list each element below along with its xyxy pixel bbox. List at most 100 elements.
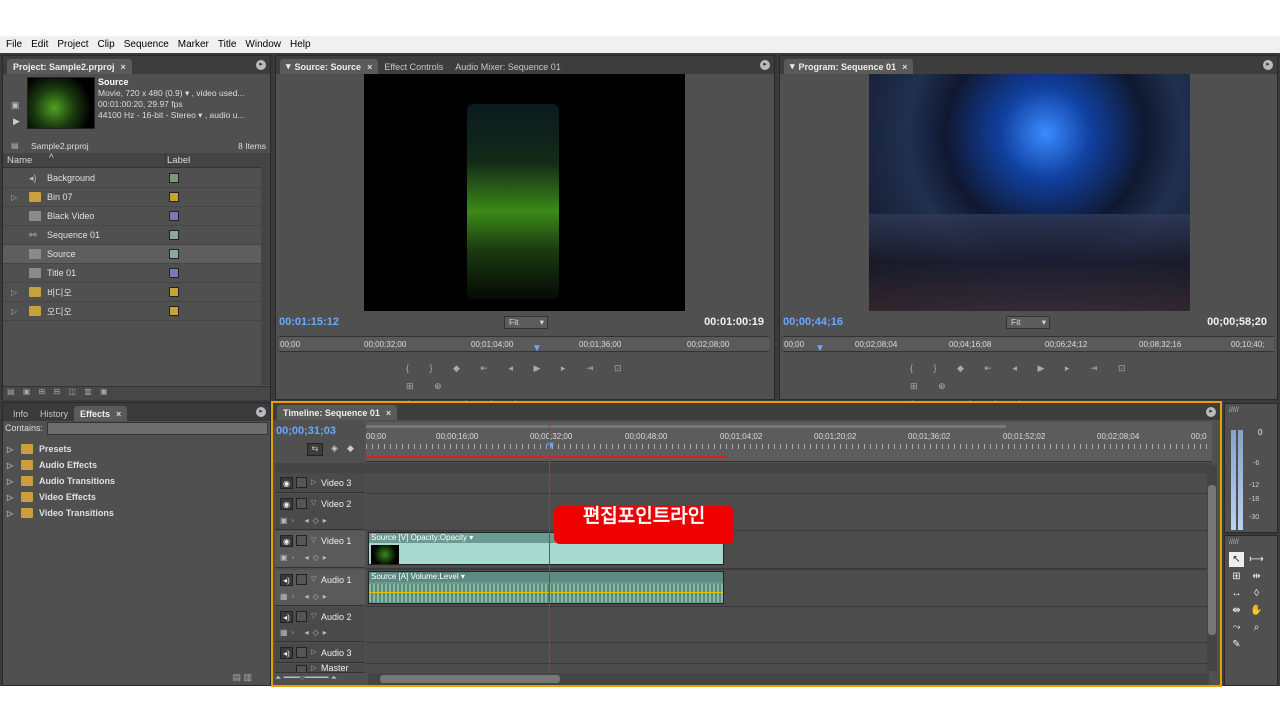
panel-menu-icon[interactable]: ▸ bbox=[256, 407, 266, 417]
audio-clip[interactable]: Source [A] Volume:Level ▾ bbox=[368, 571, 724, 604]
source-transport-controls[interactable]: { } ◆ ⇤ ◂ ▶ ▸ ⇥ ⊡ ⊞ ⊕{← →} {▸} ═══ ⊟ ⊠ ⊡ bbox=[406, 359, 656, 427]
label-swatch[interactable] bbox=[169, 306, 179, 316]
eye-icon[interactable]: ◉ bbox=[280, 535, 293, 547]
chevron-down-icon[interactable]: ▽ bbox=[311, 536, 316, 544]
label-swatch[interactable] bbox=[169, 268, 179, 278]
track-keyframe-controls[interactable]: ▣◦ ◂◇▸ bbox=[280, 516, 331, 525]
list-item-selected[interactable]: Source bbox=[3, 245, 262, 264]
marker-icon[interactable]: ◈ bbox=[331, 443, 338, 454]
list-item[interactable]: ▷ 비디오 bbox=[3, 283, 262, 302]
camera-icon[interactable]: ▣ bbox=[11, 100, 25, 112]
pen-icon[interactable]: ✎ bbox=[1229, 637, 1244, 652]
close-icon[interactable]: × bbox=[902, 62, 907, 72]
label-swatch[interactable] bbox=[169, 230, 179, 240]
expand-icon[interactable]: ▷ bbox=[7, 477, 13, 486]
ripple-edit-icon[interactable]: ⊞ bbox=[1229, 569, 1244, 584]
track-header-audio1[interactable]: ◂) ▽ Audio 1 ▦◦ ◂◇▸ bbox=[275, 570, 365, 606]
new-bin-icon[interactable]: ▤ ▥ bbox=[232, 672, 252, 683]
chevron-down-icon[interactable]: ▽ bbox=[311, 575, 316, 583]
expand-icon[interactable]: ▷ bbox=[311, 478, 316, 486]
label-swatch[interactable] bbox=[169, 287, 179, 297]
tab-effect-controls[interactable]: Effect Controls bbox=[378, 59, 449, 74]
slide-icon[interactable]: ⤳ bbox=[1229, 620, 1244, 635]
track-header-video2[interactable]: ◉ ▽ Video 2 ▣◦ ◂◇▸ bbox=[275, 494, 365, 530]
label-swatch[interactable] bbox=[169, 173, 179, 183]
expand-icon[interactable]: ▷ bbox=[7, 509, 13, 518]
panel-menu-icon[interactable]: ▸ bbox=[760, 60, 770, 70]
program-transport-controls[interactable]: { } ◆ ⇤ ◂ ▶ ▸ ⇥ ⊡ ⊞ ⊕{← →} {▸} ═══ ⊟ ⊠ ⊡ bbox=[910, 359, 1160, 427]
chevron-down-icon[interactable]: ▽ bbox=[311, 499, 316, 507]
track-header-audio3[interactable]: ◂) ▷ Audio 3 bbox=[275, 643, 365, 663]
playhead-icon[interactable]: ▼ bbox=[532, 343, 542, 354]
tab-audio-mixer[interactable]: Audio Mixer: Sequence 01 bbox=[449, 59, 567, 74]
chevron-down-icon[interactable]: ▽ bbox=[311, 612, 316, 620]
list-item[interactable]: ▷ Presets bbox=[3, 441, 262, 457]
track-keyframe-controls[interactable]: ▦◦ ◂◇▸ bbox=[280, 592, 331, 601]
tab-effects[interactable]: Effects × bbox=[74, 406, 128, 421]
eye-icon[interactable]: ◉ bbox=[280, 477, 293, 489]
expand-icon[interactable]: ▷ bbox=[311, 664, 316, 672]
rate-stretch-icon[interactable]: ↔ bbox=[1229, 586, 1244, 601]
close-icon[interactable]: × bbox=[386, 408, 391, 418]
track-header-master[interactable]: ▷ Master bbox=[275, 664, 365, 673]
label-swatch[interactable] bbox=[169, 211, 179, 221]
track-header-video3[interactable]: ◉ ▷ Video 3 bbox=[275, 473, 365, 493]
playhead-handle-icon[interactable]: ▼ bbox=[545, 440, 556, 452]
track-header-video1[interactable]: ◉ ▽ Video 1 ▣◦ ◂◇▸ bbox=[275, 531, 365, 568]
project-bottom-toolbar[interactable]: ▤ ▣ ⊞ ⊟ ◫ ▥ ▣ bbox=[3, 386, 270, 400]
volume-line[interactable] bbox=[369, 592, 723, 593]
zoom-slider[interactable]: ⏶ ━━○━━━ ⏶ bbox=[275, 673, 363, 685]
list-item[interactable]: ▷ Audio Transitions bbox=[3, 473, 262, 489]
tab-history[interactable]: History bbox=[34, 406, 74, 421]
keyframe-icon[interactable]: ◆ bbox=[347, 443, 354, 454]
ruler-zoom-bar[interactable] bbox=[366, 425, 1006, 428]
expand-icon[interactable]: ▷ bbox=[11, 193, 17, 202]
track-header-audio2[interactable]: ◂) ▽ Audio 2 ▦◦ ◂◇▸ bbox=[275, 607, 365, 642]
eye-icon[interactable]: ◉ bbox=[280, 498, 293, 510]
work-area-bar[interactable] bbox=[366, 452, 726, 458]
lock-toggle[interactable] bbox=[296, 477, 307, 488]
panel-menu-icon[interactable]: ▸ bbox=[256, 60, 266, 70]
panel-menu-icon[interactable]: ▸ bbox=[1206, 407, 1216, 417]
rolling-edit-icon[interactable]: ⇹ bbox=[1249, 569, 1264, 584]
list-item[interactable]: ▷ 오디오 bbox=[3, 302, 262, 321]
col-label[interactable]: Label bbox=[167, 155, 190, 166]
expand-icon[interactable]: ▷ bbox=[11, 288, 17, 297]
list-item[interactable]: ▷ Audio Effects bbox=[3, 457, 262, 473]
scroll-thumb[interactable] bbox=[1208, 485, 1216, 635]
menu-edit[interactable]: Edit bbox=[31, 39, 48, 50]
lock-toggle[interactable] bbox=[296, 498, 307, 509]
list-item[interactable]: ▷ Video Effects bbox=[3, 489, 262, 505]
tab-program[interactable]: ▾ Program: Sequence 01 × bbox=[784, 59, 914, 74]
tab-project[interactable]: Project: Sample2.prproj × bbox=[7, 59, 132, 74]
dropdown-icon[interactable]: ▾ bbox=[286, 61, 291, 72]
hand-icon[interactable]: ✋ bbox=[1249, 603, 1264, 618]
close-icon[interactable]: × bbox=[116, 409, 121, 419]
timeline-horizontal-scrollbar[interactable] bbox=[368, 673, 1209, 685]
program-current-timecode[interactable]: 00;00;44;16 bbox=[783, 316, 843, 328]
menu-marker[interactable]: Marker bbox=[178, 39, 209, 50]
close-icon[interactable]: × bbox=[367, 62, 372, 72]
list-item[interactable]: ▷ Video Transitions bbox=[3, 505, 262, 521]
expand-icon[interactable]: ▷ bbox=[11, 307, 17, 316]
slip-icon[interactable]: ⇼ bbox=[1229, 603, 1244, 618]
list-item[interactable]: ⚯ Sequence 01 bbox=[3, 226, 262, 245]
menu-project[interactable]: Project bbox=[57, 39, 88, 50]
razor-icon[interactable]: ◊ bbox=[1249, 586, 1264, 601]
panel-menu-icon[interactable]: ▸ bbox=[1263, 60, 1273, 70]
program-fit-dropdown[interactable]: Fit ▾ bbox=[1006, 316, 1050, 329]
list-item[interactable]: Title 01 bbox=[3, 264, 262, 283]
lock-toggle[interactable] bbox=[296, 574, 307, 585]
menu-help[interactable]: Help bbox=[290, 39, 311, 50]
track-keyframe-controls[interactable]: ▦◦ ◂◇▸ bbox=[280, 628, 331, 637]
menu-sequence[interactable]: Sequence bbox=[124, 39, 169, 50]
track-select-icon[interactable]: ⟼ bbox=[1249, 552, 1264, 567]
tab-source[interactable]: ▾ Source: Source × bbox=[280, 59, 379, 74]
expand-icon[interactable]: ▷ bbox=[7, 493, 13, 502]
dropdown-icon[interactable]: ▾ bbox=[790, 61, 795, 72]
menu-window[interactable]: Window bbox=[245, 39, 281, 50]
speaker-icon[interactable]: ◂) bbox=[280, 574, 293, 586]
tab-timeline[interactable]: Timeline: Sequence 01 × bbox=[277, 405, 398, 420]
speaker-icon[interactable]: ◂) bbox=[280, 647, 293, 659]
effects-search-input[interactable] bbox=[47, 422, 268, 435]
